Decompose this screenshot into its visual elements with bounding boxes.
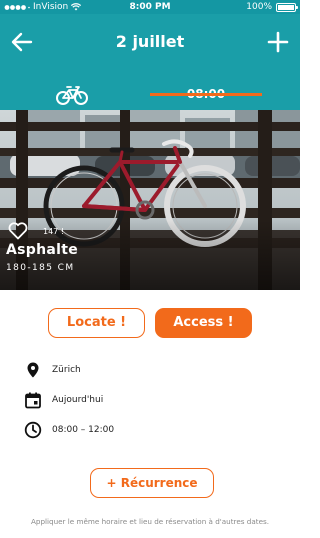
tab-bar: 08:00 (0, 82, 300, 110)
recurrence-note: Appliquer le même horaire et lieu de rés… (30, 517, 270, 526)
clock-icon (24, 421, 42, 439)
date-row: Aujourd'hui (24, 390, 103, 410)
status-bar: InVision 8:00 PM 100% (0, 0, 300, 14)
location-text: Zürich (52, 365, 81, 375)
active-tab-indicator (150, 93, 262, 96)
date-text: Aujourd'hui (52, 395, 104, 405)
status-right: 100% (246, 2, 298, 12)
time-range-text: 08:00 – 12:00 (52, 425, 115, 435)
map-pin-icon (27, 362, 39, 378)
battery-icon (276, 2, 298, 12)
add-recurrence-button[interactable]: + Récurrence (90, 468, 214, 498)
time-row: 08:00 – 12:00 (24, 420, 114, 440)
bicycle-icon[interactable] (55, 84, 89, 106)
page-title: 2 juillet (115, 32, 185, 51)
bike-size: 180-185 CM (6, 263, 75, 273)
location-row: Zürich (24, 360, 81, 380)
locate-button[interactable]: Locate ! (48, 308, 145, 338)
bike-name: Asphalte (6, 242, 78, 258)
bike-photo: 147 ! Asphalte 180-185 CM (0, 110, 300, 290)
access-button[interactable]: Access ! (155, 308, 252, 338)
calendar-icon (25, 392, 41, 409)
plus-icon[interactable] (266, 30, 290, 54)
heart-icon[interactable] (8, 222, 28, 240)
like-count: 147 ! (43, 227, 65, 236)
battery-percent: 100% (246, 2, 272, 12)
